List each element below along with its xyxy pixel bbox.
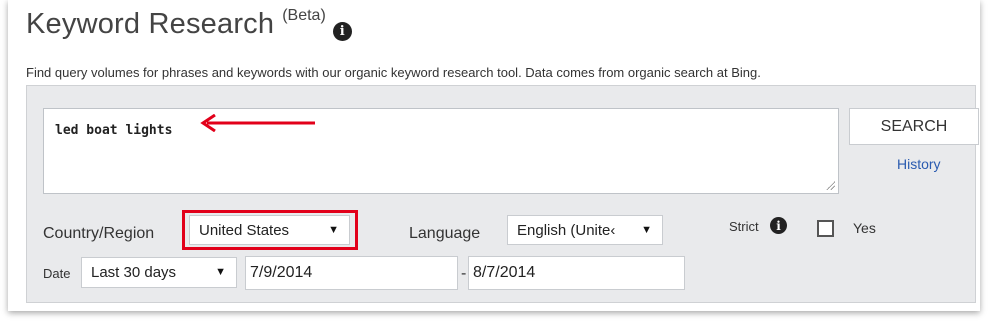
date-range-select[interactable]: Last 30 days ▼ [81,257,237,288]
language-label: Language [409,225,481,242]
info-icon[interactable]: i [332,22,352,41]
page-title: Keyword Research [26,8,275,40]
keyword-textarea[interactable]: led boat lights [43,108,839,194]
search-button[interactable]: SEARCH [849,108,979,145]
country-region-label: Country/Region [43,225,155,242]
end-date-value: 8/7/2014 [473,264,536,281]
date-label: Date [43,266,71,281]
beta-label: (Beta) [282,7,326,24]
date-separator: - [461,265,467,282]
strict-checkbox[interactable] [817,220,834,237]
red-arrow-annotation-icon [200,114,315,132]
header: Keyword Research (Beta) i [26,7,352,41]
language-select[interactable]: English (Unite‹ ▼ [507,215,663,245]
caret-down-icon: ▼ [641,224,652,236]
info-icon[interactable]: i [770,217,787,234]
end-date-input[interactable]: 8/7/2014 [468,256,685,290]
language-value: English (Unite‹ [517,221,616,239]
caret-down-icon: ▼ [215,266,226,278]
red-highlight-annotation [182,210,358,250]
search-panel: led boat lights SEARCH History Country/R… [26,85,979,303]
page-description: Find query volumes for phrases and keywo… [26,65,761,80]
resize-handle-icon[interactable] [825,180,835,190]
history-link[interactable]: History [897,156,941,172]
keyword-text: led boat lights [55,123,173,138]
strict-label: Strict [729,219,759,234]
strict-yes-label: Yes [853,220,876,236]
keyword-research-card: Keyword Research (Beta) i Find query vol… [8,0,980,311]
start-date-value: 7/9/2014 [250,264,313,281]
start-date-input[interactable]: 7/9/2014 [245,256,458,290]
date-range-value: Last 30 days [91,264,177,281]
